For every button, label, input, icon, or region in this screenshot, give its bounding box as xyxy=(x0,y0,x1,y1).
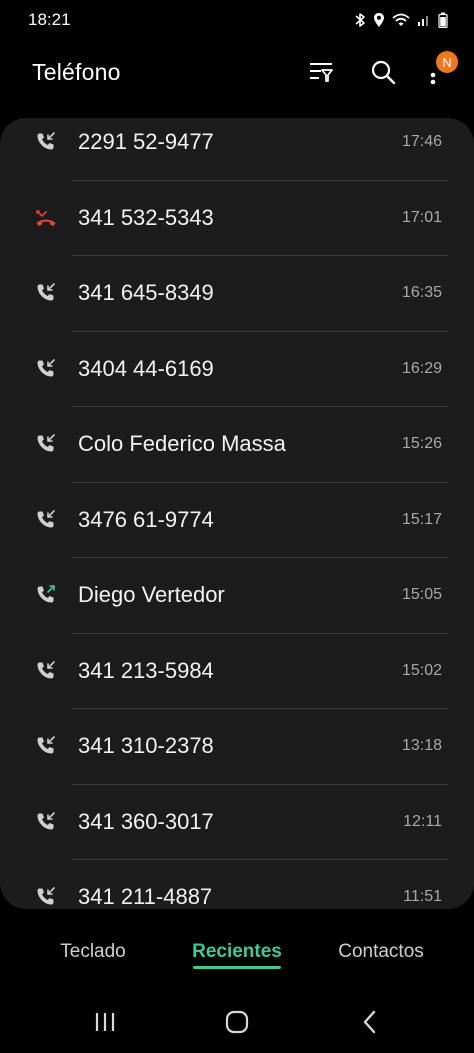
status-bar: 18:21 xyxy=(0,0,474,40)
call-log-item[interactable]: 341 213-5984 15:02 xyxy=(0,633,474,708)
call-log-item[interactable]: 341 360-3017 12:11 xyxy=(0,784,474,859)
call-log-item[interactable]: 3476 61-9774 15:17 xyxy=(0,482,474,557)
incoming-call-icon xyxy=(34,357,58,381)
call-time: 17:01 xyxy=(401,208,442,226)
caller-name: 3476 61-9774 xyxy=(78,506,214,532)
recent-apps-button[interactable] xyxy=(85,1002,125,1042)
active-tab-indicator xyxy=(193,966,281,969)
search-button[interactable] xyxy=(360,49,406,95)
incoming-call-icon xyxy=(34,885,58,909)
call-time: 15:17 xyxy=(401,510,442,528)
incoming-call-icon xyxy=(34,734,58,758)
back-icon xyxy=(361,1010,379,1034)
incoming-call-icon xyxy=(34,508,58,532)
caller-name: 341 211-4887 xyxy=(78,884,213,909)
tab-teclado[interactable]: Teclado xyxy=(48,926,138,978)
home-icon xyxy=(224,1009,250,1035)
outgoing-call-icon xyxy=(34,583,58,607)
caller-name: 341 360-3017 xyxy=(78,808,214,834)
call-time: 12:11 xyxy=(403,812,442,830)
caller-name: 341 532-5343 xyxy=(78,204,214,230)
system-navigation-bar xyxy=(0,990,474,1053)
location-icon xyxy=(373,12,385,28)
call-time: 17:46 xyxy=(401,133,442,150)
call-log-item[interactable]: 341 532-5343 17:01 xyxy=(0,180,474,255)
battery-icon xyxy=(438,12,448,28)
more-options-button[interactable]: N xyxy=(410,49,458,95)
incoming-call-icon xyxy=(34,432,58,456)
caller-name: 341 310-2378 xyxy=(78,733,214,758)
signal-icon xyxy=(417,13,431,27)
status-icons xyxy=(354,12,448,28)
call-log-item[interactable]: 341 310-2378 13:18 xyxy=(0,709,474,784)
wifi-icon xyxy=(392,13,410,27)
call-log-item[interactable]: 3404 44-6169 16:29 xyxy=(0,331,474,406)
call-log-item[interactable]: 2291 52-9477 17:46 xyxy=(0,118,474,180)
call-time: 16:35 xyxy=(401,284,442,301)
call-log-item[interactable]: 341 211-4887 11:51 xyxy=(0,860,474,909)
page-title: Teléfono xyxy=(32,58,121,85)
missed-call-icon xyxy=(34,206,58,230)
caller-name: 3404 44-6169 xyxy=(78,355,214,381)
incoming-call-icon xyxy=(34,810,58,834)
call-time: 15:26 xyxy=(401,435,442,452)
call-log-item[interactable]: Colo Federico Massa 15:26 xyxy=(0,407,474,482)
filter-button[interactable] xyxy=(298,49,344,95)
call-time: 16:29 xyxy=(401,359,442,377)
call-time: 13:18 xyxy=(401,737,442,754)
filter-icon xyxy=(308,61,334,83)
recent-apps-icon xyxy=(93,1011,117,1033)
status-time: 18:21 xyxy=(28,10,71,29)
incoming-call-icon xyxy=(34,659,58,683)
call-time: 11:51 xyxy=(403,888,442,905)
caller-name: 2291 52-9477 xyxy=(78,129,214,154)
back-button[interactable] xyxy=(350,1002,390,1042)
app-header: Teléfono N xyxy=(0,40,474,104)
call-log-item[interactable]: Diego Vertedor 15:05 xyxy=(0,558,474,633)
tab-contactos[interactable]: Contactos xyxy=(330,926,432,978)
call-time: 15:05 xyxy=(401,586,442,603)
home-button[interactable] xyxy=(217,1002,257,1042)
caller-name: 341 645-8349 xyxy=(78,280,214,305)
tab-recientes[interactable]: Recientes xyxy=(189,926,285,978)
incoming-call-icon xyxy=(34,281,58,305)
incoming-call-icon xyxy=(34,130,58,154)
caller-name: Diego Vertedor xyxy=(78,582,225,607)
bluetooth-icon xyxy=(354,12,366,28)
bottom-tab-bar: Teclado Recientes Contactos xyxy=(0,926,474,982)
caller-name: Colo Federico Massa xyxy=(78,431,286,456)
call-log-item[interactable]: 341 645-8349 16:35 xyxy=(0,256,474,331)
call-time: 15:02 xyxy=(401,661,442,679)
recent-calls-list[interactable]: 2291 52-9477 17:46 341 532-5343 17:01 341 64… xyxy=(0,118,474,909)
notification-badge: N xyxy=(436,51,458,73)
search-icon xyxy=(370,59,396,85)
caller-name: 341 213-5984 xyxy=(78,657,214,683)
